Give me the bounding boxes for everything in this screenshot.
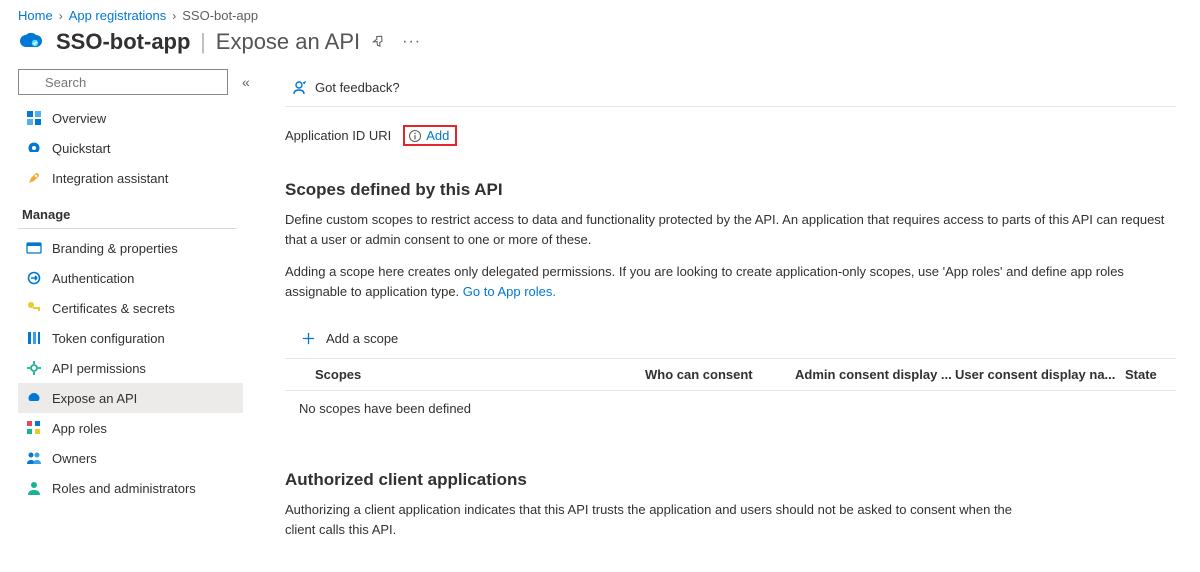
sidebar-item-roles-admin[interactable]: Roles and administrators [18,473,243,503]
sidebar-item-branding[interactable]: Branding & properties [18,233,243,263]
page-title-row: SSO-bot-app Expose an API ··· [0,27,1200,69]
sidebar-item-label: Expose an API [52,391,137,406]
scopes-empty: No scopes have been defined [285,391,1176,426]
authorized-desc: Authorizing a client application indicat… [285,500,1045,540]
more-icon[interactable]: ··· [398,33,425,51]
scopes-heading: Scopes defined by this API [285,180,1176,200]
title-app-name: SSO-bot-app [56,29,190,54]
sidebar-item-app-roles[interactable]: App roles [18,413,243,443]
add-scope-label: Add a scope [326,331,398,346]
owners-icon [26,450,42,466]
expose-api-icon [26,390,42,406]
breadcrumb-app-registrations[interactable]: App registrations [69,8,167,23]
sidebar-item-quickstart[interactable]: Quickstart [18,133,243,163]
sidebar-item-certificates[interactable]: Certificates & secrets [18,293,243,323]
page-title: SSO-bot-app Expose an API [56,29,360,55]
sidebar-item-label: API permissions [52,361,146,376]
chevron-right-icon: › [172,9,176,23]
sidebar-section-manage: Manage [18,193,237,229]
col-user: User consent display na... [955,367,1125,382]
sidebar-item-integration[interactable]: Integration assistant [18,163,243,193]
scopes-desc-2: Adding a scope here creates only delegat… [285,262,1176,302]
app-id-uri-label: Application ID URI [285,128,391,143]
sidebar-item-label: App roles [52,421,107,436]
api-perm-icon [26,360,42,376]
roles-admin-icon [26,480,42,496]
breadcrumb: Home › App registrations › SSO-bot-app [0,0,1200,27]
sidebar-item-label: Authentication [52,271,134,286]
sidebar-item-api-permissions[interactable]: API permissions [18,353,243,383]
sidebar-item-label: Owners [52,451,97,466]
branding-icon [26,240,42,256]
breadcrumb-current: SSO-bot-app [182,8,258,23]
app-roles-link[interactable]: Go to App roles. [463,284,556,299]
sidebar: « Overview Quickstart Integration assist… [18,69,243,552]
sidebar-item-label: Integration assistant [52,171,168,186]
sidebar-item-token[interactable]: Token configuration [18,323,243,353]
sidebar-item-authentication[interactable]: Authentication [18,263,243,293]
search-input[interactable] [18,69,228,95]
col-admin: Admin consent display ... [795,367,955,382]
sidebar-item-label: Token configuration [52,331,165,346]
main-content: Got feedback? Application ID URI Add Sco… [243,69,1200,552]
sidebar-item-label: Overview [52,111,106,126]
sidebar-item-expose-api[interactable]: Expose an API [18,383,243,413]
scopes-desc-2-text: Adding a scope here creates only delegat… [285,264,1124,299]
app-roles-icon [26,420,42,436]
app-id-uri-row: Application ID URI Add [285,125,1176,146]
sidebar-item-owners[interactable]: Owners [18,443,243,473]
scopes-desc-1: Define custom scopes to restrict access … [285,210,1176,250]
authorized-heading: Authorized client applications [285,470,1176,490]
feedback-button[interactable]: Got feedback? [285,76,406,100]
sidebar-item-label: Quickstart [52,141,111,156]
feedback-icon [291,80,307,96]
scopes-table-header: Scopes Who can consent Admin consent dis… [285,359,1176,391]
col-state: State [1125,367,1176,382]
title-separator [194,37,212,52]
chevron-right-icon: › [59,9,63,23]
overview-icon [26,110,42,126]
app-icon [18,29,44,55]
sidebar-item-label: Roles and administrators [52,481,196,496]
col-scopes: Scopes [315,367,645,382]
token-icon [26,330,42,346]
title-page: Expose an API [216,29,360,54]
feedback-label: Got feedback? [315,80,400,95]
command-bar: Got feedback? [285,69,1176,107]
add-scope-button[interactable]: Add a scope [285,325,1176,352]
info-icon [408,129,422,143]
sidebar-item-label: Branding & properties [52,241,178,256]
quickstart-icon [26,140,42,156]
key-icon [26,300,42,316]
sidebar-item-overview[interactable]: Overview [18,103,243,133]
auth-icon [26,270,42,286]
plus-icon [301,331,316,346]
rocket-icon [26,170,42,186]
sidebar-item-label: Certificates & secrets [52,301,175,316]
pin-icon[interactable] [372,35,386,49]
col-who: Who can consent [645,367,795,382]
breadcrumb-home[interactable]: Home [18,8,53,23]
add-app-id-uri-button[interactable]: Add [403,125,457,146]
add-label: Add [426,128,449,143]
